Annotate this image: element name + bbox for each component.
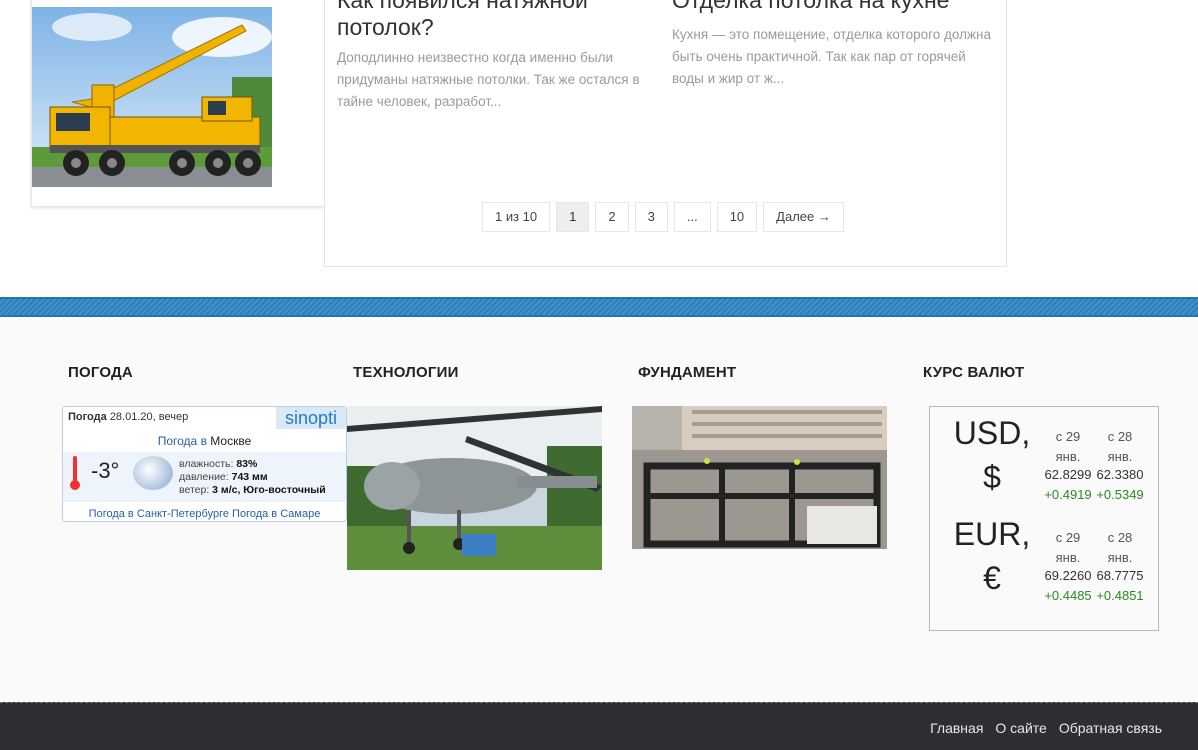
pressure-label: давление: bbox=[179, 471, 229, 483]
page-1-current: 1 bbox=[556, 202, 590, 232]
rate-delta: +0.4485 bbox=[1044, 588, 1092, 603]
humidity-value: 83% bbox=[236, 458, 258, 470]
rate-value: 62.8299 bbox=[1044, 467, 1092, 482]
currency-row-eur: EUR, € с 29 янв. с 28 янв. 69.2260 68.77… bbox=[930, 508, 1160, 608]
currency-row-usd: USD, $ с 29 янв. с 28 янв. 62.8299 62.33… bbox=[930, 407, 1160, 507]
pagination-info: 1 из 10 bbox=[482, 202, 551, 232]
rate-value: 68.7775 bbox=[1096, 568, 1144, 583]
rate-delta: +0.4851 bbox=[1096, 588, 1144, 603]
foundation-image[interactable] bbox=[632, 406, 887, 549]
wind-label: ветер: bbox=[179, 484, 210, 496]
footer-stripe bbox=[0, 297, 1198, 317]
rate-delta: +0.4919 bbox=[1044, 487, 1092, 502]
weather-link-samara[interactable]: Погода в Самаре bbox=[232, 508, 320, 520]
humidity-label: влажность: bbox=[179, 458, 234, 470]
pressure-value: 743 мм bbox=[231, 471, 268, 483]
rate-value: 69.2260 bbox=[1044, 568, 1092, 583]
rate-value: 62.3380 bbox=[1096, 467, 1144, 482]
content-area: Как появился натяжной потолок? Доподлинн… bbox=[0, 0, 1198, 297]
footer-link-about[interactable]: О сайте bbox=[995, 720, 1046, 736]
page-3-link[interactable]: 3 bbox=[634, 202, 668, 232]
post-excerpt: Доподлинно неизвестно когда именно были … bbox=[337, 50, 640, 109]
footer-link-feedback[interactable]: Обратная связь bbox=[1059, 720, 1162, 736]
currency-code: EUR, bbox=[953, 516, 1031, 552]
weather-temperature: -3° bbox=[91, 458, 120, 483]
rate-date-header: с 29 янв. bbox=[1055, 429, 1081, 464]
helicopter-image[interactable] bbox=[347, 406, 602, 570]
snow-cloud-icon bbox=[133, 456, 173, 490]
currency-name: USD, $ bbox=[944, 411, 1040, 499]
pagination: 1 из 10 1 2 3 ... 10 Далее → bbox=[482, 202, 844, 232]
weather-body: -3° влажность: 83% давление: 743 мм вете… bbox=[63, 452, 346, 502]
weather-stats: влажность: 83% давление: 743 мм ветер: 3… bbox=[179, 458, 326, 497]
footer-link-home[interactable]: Главная bbox=[930, 720, 983, 736]
widget-title-foundation: ФУНДАМЕНТ bbox=[638, 364, 737, 381]
weather-informer[interactable]: Погода 28.01.20, вечер sinopti Погода в … bbox=[62, 406, 347, 522]
crane-thumbnail[interactable] bbox=[32, 7, 272, 187]
rate-date-header: с 28 янв. bbox=[1107, 429, 1133, 464]
footer-nav: Главная О сайте Обратная связь bbox=[930, 720, 1162, 736]
sinopti-logo[interactable]: sinopti bbox=[276, 407, 346, 429]
currency-symbol: € bbox=[983, 560, 1001, 596]
weather-city: Москве bbox=[210, 434, 252, 448]
rate-date-header: с 28 янв. bbox=[1107, 530, 1133, 565]
rate-date-header: с 29 янв. bbox=[1055, 530, 1081, 565]
currency-widget: USD, $ с 29 янв. с 28 янв. 62.8299 62.33… bbox=[929, 406, 1159, 631]
weather-links: Погода в Санкт-Петербурге Погода в Самар… bbox=[63, 508, 346, 520]
weather-link-spb[interactable]: Погода в Санкт-Петербурге bbox=[89, 508, 229, 520]
post-card-crane[interactable] bbox=[31, 0, 325, 207]
weather-date: 28.01.20, вечер bbox=[109, 411, 189, 423]
page-ellipsis: ... bbox=[673, 202, 711, 232]
next-page-link[interactable]: Далее → bbox=[763, 202, 844, 232]
weather-city-line[interactable]: Погода в Москве bbox=[63, 434, 346, 448]
weather-header: Погода 28.01.20, вечер sinopti bbox=[63, 407, 346, 429]
posts-panel: Как появился натяжной потолок? Доподлинн… bbox=[324, 0, 1007, 267]
weather-city-prefix: Погода в bbox=[157, 434, 207, 448]
rate-delta: +0.5349 bbox=[1096, 487, 1144, 502]
currency-code: USD, bbox=[953, 415, 1031, 451]
currency-name: EUR, € bbox=[944, 512, 1040, 600]
widget-title-weather: ПОГОДА bbox=[68, 364, 133, 381]
widget-title-tech: ТЕХНОЛОГИИ bbox=[353, 364, 459, 381]
post-excerpt: Кухня — это помещение, отделка которого … bbox=[672, 27, 991, 86]
post-title-link[interactable]: Отделка потолка на кухне bbox=[672, 0, 992, 14]
page-2-link[interactable]: 2 bbox=[595, 202, 629, 232]
page-10-link[interactable]: 10 bbox=[716, 202, 758, 232]
post-title-link[interactable]: Как появился натяжной потолок? bbox=[337, 0, 657, 41]
currency-symbol: $ bbox=[983, 459, 1001, 495]
weather-header-label: Погода bbox=[68, 411, 107, 423]
wind-value: 3 м/с, Юго-восточный bbox=[212, 484, 326, 496]
widget-title-currency: КУРС ВАЛЮТ bbox=[923, 364, 1025, 381]
footer-bar: Главная О сайте Обратная связь bbox=[0, 702, 1198, 750]
post-item: Как появился натяжной потолок? Доподлинн… bbox=[337, 0, 657, 113]
thermometer-icon bbox=[70, 456, 80, 490]
post-item: Отделка потолка на кухне Кухня — это пом… bbox=[672, 0, 992, 90]
